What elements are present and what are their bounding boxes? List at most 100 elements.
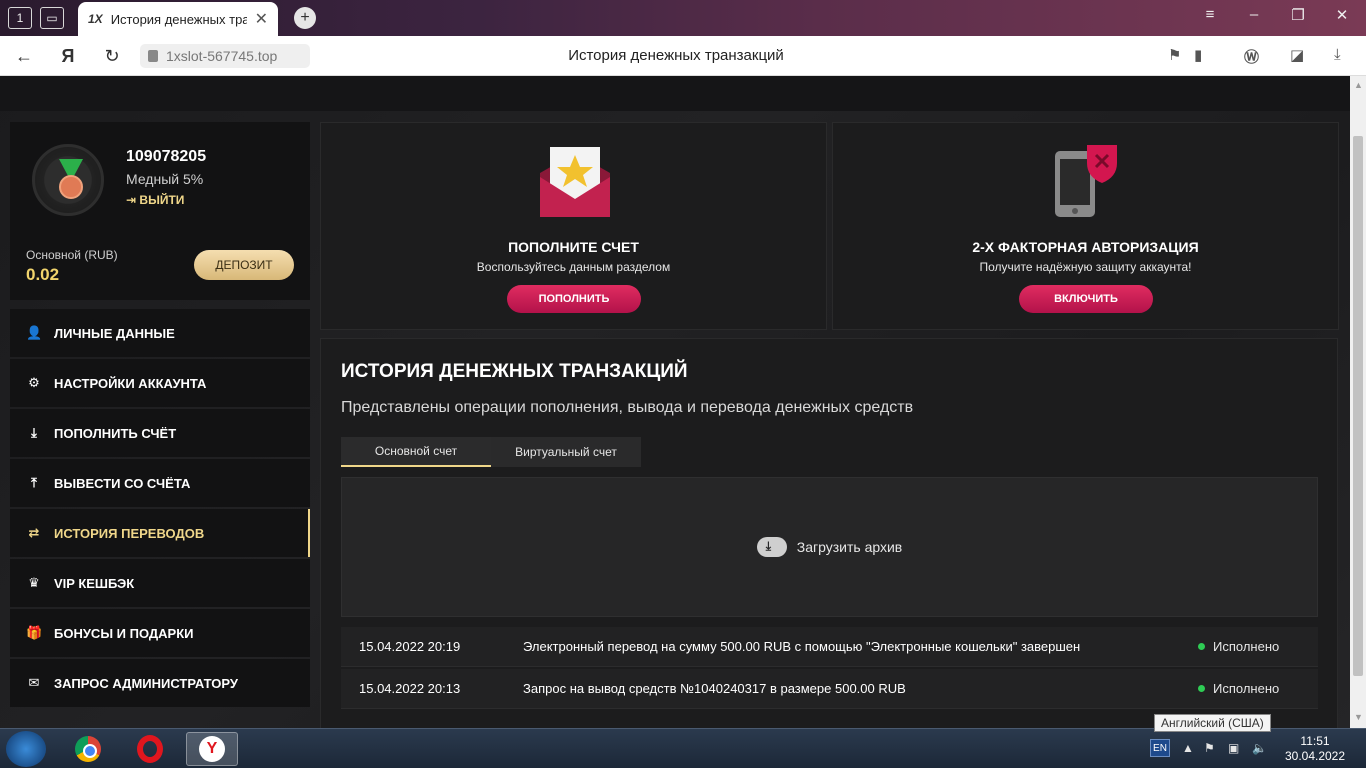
account-menu: 👤 ЛИЧНЫЕ ДАННЫЕ ⚙ НАСТРОЙКИ АККАУНТА ⤓ П… — [10, 309, 310, 709]
chrome-icon — [75, 736, 101, 762]
scroll-down-icon[interactable]: ▼ — [1354, 712, 1363, 722]
clock-time: 11:51 — [1300, 734, 1330, 748]
tab-counter-icon[interactable]: 1 — [8, 7, 32, 29]
volume-icon[interactable]: 🔈 — [1252, 741, 1267, 755]
history-subtitle: Представлены операции пополнения, вывода… — [341, 399, 914, 416]
top-up-button[interactable]: ПОПОЛНИТЬ — [507, 285, 641, 313]
enable-2fa-button[interactable]: ВКЛЮЧИТЬ — [1019, 285, 1153, 313]
language-indicator[interactable]: EN — [1150, 739, 1170, 757]
transaction-description: Электронный перевод на сумму 500.00 RUB … — [523, 639, 1081, 654]
crown-icon: ♛ — [28, 575, 40, 590]
transaction-date: 15.04.2022 20:19 — [359, 639, 461, 654]
menu-item-label: ЗАПРОС АДМИНИСТРАТОРУ — [54, 675, 238, 691]
envelope-star-icon — [540, 147, 610, 217]
tab-title: История денежных тра — [110, 11, 247, 27]
twofa-card-title: 2-Х ФАКТОРНАЯ АВТОРИЗАЦИЯ — [972, 239, 1199, 255]
deposit-button[interactable]: ДЕПОЗИТ — [194, 250, 294, 280]
network-icon[interactable]: ▣ — [1228, 741, 1239, 755]
transfer-icon: ⇄ — [28, 525, 40, 540]
bookmark-icon[interactable]: ▮ — [1194, 46, 1202, 64]
balance-value: 0.02 — [26, 265, 60, 284]
menu-item-label: ВЫВЕСТИ СО СЧЁТА — [54, 475, 191, 491]
menu-item-label: БОНУСЫ И ПОДАРКИ — [54, 625, 194, 641]
scrollbar-thumb[interactable] — [1353, 136, 1363, 676]
archive-label: Загрузить архив — [796, 539, 903, 555]
url-text: 1xslot-567745.top — [166, 48, 278, 64]
transaction-row[interactable]: 15.04.2022 20:13 Запрос на вывод средств… — [341, 669, 1318, 709]
page-title: История денежных транзакций — [568, 47, 784, 64]
new-tab-button[interactable]: + — [294, 7, 316, 29]
download-icon[interactable]: ⤓ — [1334, 46, 1341, 63]
tab-virtual-account[interactable]: Виртуальный счет — [491, 437, 641, 467]
browser-tab[interactable]: 1X История денежных тра ✕ — [78, 2, 278, 36]
logout-link[interactable]: ⇥ ВЫЙТИ — [126, 193, 184, 207]
menu-item-admin-request[interactable]: ✉ ЗАПРОС АДМИНИСТРАТОРУ — [10, 659, 310, 707]
url-field[interactable]: 1xslot-567745.top — [140, 44, 310, 68]
close-tab-icon[interactable]: ✕ — [255, 9, 268, 29]
cloud-download-icon: ⤓ — [756, 537, 787, 557]
yandex-browser-icon: Y — [199, 736, 225, 762]
folder-icon[interactable]: ▭ — [40, 7, 64, 29]
action-center-flag-icon[interactable]: ⚑ — [1204, 741, 1215, 755]
tray-expand-icon[interactable]: ▲ — [1182, 741, 1194, 755]
scroll-up-icon[interactable]: ▲ — [1354, 80, 1363, 90]
account-tabs: Основной счет Виртуальный счет — [341, 437, 641, 467]
close-window-icon[interactable]: ✕ — [1330, 6, 1354, 24]
menu-item-transfer-history[interactable]: ⇄ ИСТОРИЯ ПЕРЕВОДОВ — [10, 509, 310, 557]
protect-icon[interactable]: ◪ — [1290, 46, 1304, 64]
minimize-icon[interactable]: – — [1242, 6, 1266, 23]
tab-main-account[interactable]: Основной счет — [341, 437, 491, 467]
browser-tab-bar: 1 ▭ 1X История денежных тра ✕ + ≡ – ❐ ✕ — [0, 0, 1366, 36]
status-dot-icon — [1198, 685, 1205, 692]
twofa-card-subtitle: Получите надёжную защиту аккаунта! — [979, 260, 1192, 274]
deposit-card: ПОПОЛНИТЕ СЧЕТ Воспользуйтесь данным раз… — [320, 122, 827, 330]
balance-label: Основной (RUB) — [26, 248, 118, 262]
menu-item-personal-data[interactable]: 👤 ЛИЧНЫЕ ДАННЫЕ — [10, 309, 310, 357]
page-scrollbar[interactable]: ▲ ▼ — [1350, 76, 1366, 728]
menu-item-label: НАСТРОЙКИ АККАУНТА — [54, 375, 207, 391]
profile-panel: 109078205 Медный 5% ⇥ ВЫЙТИ Основной (RU… — [10, 122, 310, 300]
user-rank: Медный 5% — [126, 171, 204, 187]
system-clock[interactable]: 11:51 30.04.2022 — [1280, 734, 1350, 764]
download-archive-button[interactable]: ⤓ Загрузить архив — [341, 477, 1318, 617]
taskbar-opera[interactable] — [128, 732, 172, 766]
avatar — [32, 144, 104, 216]
menu-item-vip-cashback[interactable]: ♛ VIP КЕШБЭК — [10, 559, 310, 607]
reload-icon[interactable]: ↻ — [100, 44, 124, 68]
transaction-date: 15.04.2022 20:13 — [359, 681, 461, 696]
history-title: ИСТОРИЯ ДЕНЕЖНЫХ ТРАНЗАКЦИЙ — [341, 361, 688, 382]
taskbar-chrome[interactable] — [66, 732, 110, 766]
page-content: 109078205 Медный 5% ⇥ ВЫЙТИ Основной (RU… — [0, 76, 1350, 728]
taskbar-yandex[interactable]: Y — [186, 732, 238, 766]
menu-icon[interactable]: ≡ — [1198, 6, 1222, 23]
start-button[interactable] — [6, 731, 46, 767]
transaction-status: Исполнено — [1198, 681, 1318, 696]
status-label: Исполнено — [1213, 639, 1280, 654]
gift-icon: 🎁 — [26, 625, 43, 640]
extension-icon[interactable]: Ⓦ — [1244, 46, 1259, 67]
yandex-icon[interactable]: Я — [56, 44, 80, 68]
user-id: 109078205 — [126, 148, 207, 165]
taskbar: Y EN ▲ ⚑ ▣ 🔈 11:51 30.04.2022 — [0, 728, 1366, 768]
lock-icon — [148, 50, 158, 62]
menu-item-withdraw[interactable]: ⤒ ВЫВЕСТИ СО СЧЁТА — [10, 459, 310, 507]
opera-icon — [137, 735, 163, 763]
menu-item-label: ПОПОЛНИТЬ СЧЁТ — [54, 425, 177, 441]
menu-item-label: ИСТОРИЯ ПЕРЕВОДОВ — [54, 525, 205, 541]
translate-icon[interactable]: ⚑ — [1168, 46, 1181, 64]
favicon-icon: 1X — [88, 12, 103, 26]
transaction-row[interactable]: 15.04.2022 20:19 Электронный перевод на … — [341, 627, 1318, 667]
back-icon[interactable]: ← — [12, 44, 36, 68]
history-panel: ИСТОРИЯ ДЕНЕЖНЫХ ТРАНЗАКЦИЙ Представлены… — [320, 338, 1338, 728]
phone-shield-icon — [1055, 145, 1117, 217]
address-bar: ← Я ↻ 1xslot-567745.top История денежных… — [0, 36, 1366, 76]
menu-item-deposit[interactable]: ⤓ ПОПОЛНИТЬ СЧЁТ — [10, 409, 310, 457]
status-label: Исполнено — [1213, 681, 1280, 696]
menu-item-bonuses[interactable]: 🎁 БОНУСЫ И ПОДАРКИ — [10, 609, 310, 657]
transaction-status: Исполнено — [1198, 639, 1318, 654]
menu-item-account-settings[interactable]: ⚙ НАСТРОЙКИ АККАУНТА — [10, 359, 310, 407]
logout-label: ВЫЙТИ — [139, 193, 185, 207]
transaction-description: Запрос на вывод средств №1040240317 в ра… — [523, 681, 906, 696]
restore-icon[interactable]: ❐ — [1286, 6, 1310, 24]
upload-icon: ⤒ — [31, 475, 37, 490]
